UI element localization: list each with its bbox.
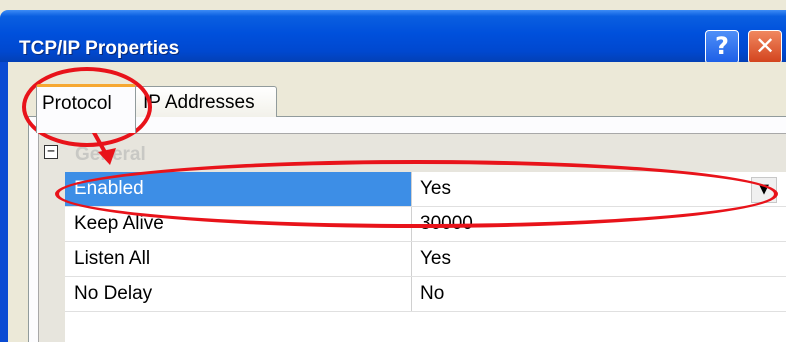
tab-protocol-label: Protocol xyxy=(42,93,112,114)
property-name: Keep Alive xyxy=(65,207,412,241)
property-name: Enabled xyxy=(65,172,412,206)
close-button[interactable]: ✕ xyxy=(748,30,782,64)
property-row-enabled[interactable]: Enabled Yes ▼ xyxy=(65,172,786,207)
chevron-down-icon: ▼ xyxy=(759,182,769,197)
property-value[interactable]: Yes xyxy=(413,172,786,206)
collapse-icon[interactable]: − xyxy=(44,145,58,159)
tab-protocol[interactable]: Protocol xyxy=(36,84,136,133)
help-button[interactable]: ? xyxy=(705,30,739,64)
property-name: No Delay xyxy=(65,277,412,311)
property-row-listen-all[interactable]: Listen All Yes xyxy=(65,242,786,277)
property-row-keep-alive[interactable]: Keep Alive 30000 xyxy=(65,207,786,242)
title-bar[interactable]: TCP/IP Properties ? ✕ xyxy=(0,10,786,64)
group-label: General xyxy=(75,144,146,165)
property-value[interactable]: Yes xyxy=(413,242,786,276)
property-name: Listen All xyxy=(65,242,412,276)
tab-ip-addresses[interactable]: IP Addresses xyxy=(133,86,277,117)
close-icon: ✕ xyxy=(754,32,776,60)
property-value[interactable]: 30000 xyxy=(413,207,786,241)
property-grid: − General Enabled Yes ▼ Keep Alive 30000… xyxy=(38,133,786,342)
property-row-no-delay[interactable]: No Delay No xyxy=(65,277,786,312)
window-title: TCP/IP Properties xyxy=(19,38,180,59)
window-left-border xyxy=(0,62,8,342)
tab-ip-addresses-label: IP Addresses xyxy=(143,92,255,113)
dropdown-button[interactable]: ▼ xyxy=(751,177,777,203)
help-icon: ? xyxy=(715,32,729,60)
tcpip-properties-window: TCP/IP Properties ? ✕ IP Addresses Proto… xyxy=(0,0,786,342)
group-header-general[interactable]: − General xyxy=(39,134,786,172)
property-value[interactable]: No xyxy=(413,277,786,311)
